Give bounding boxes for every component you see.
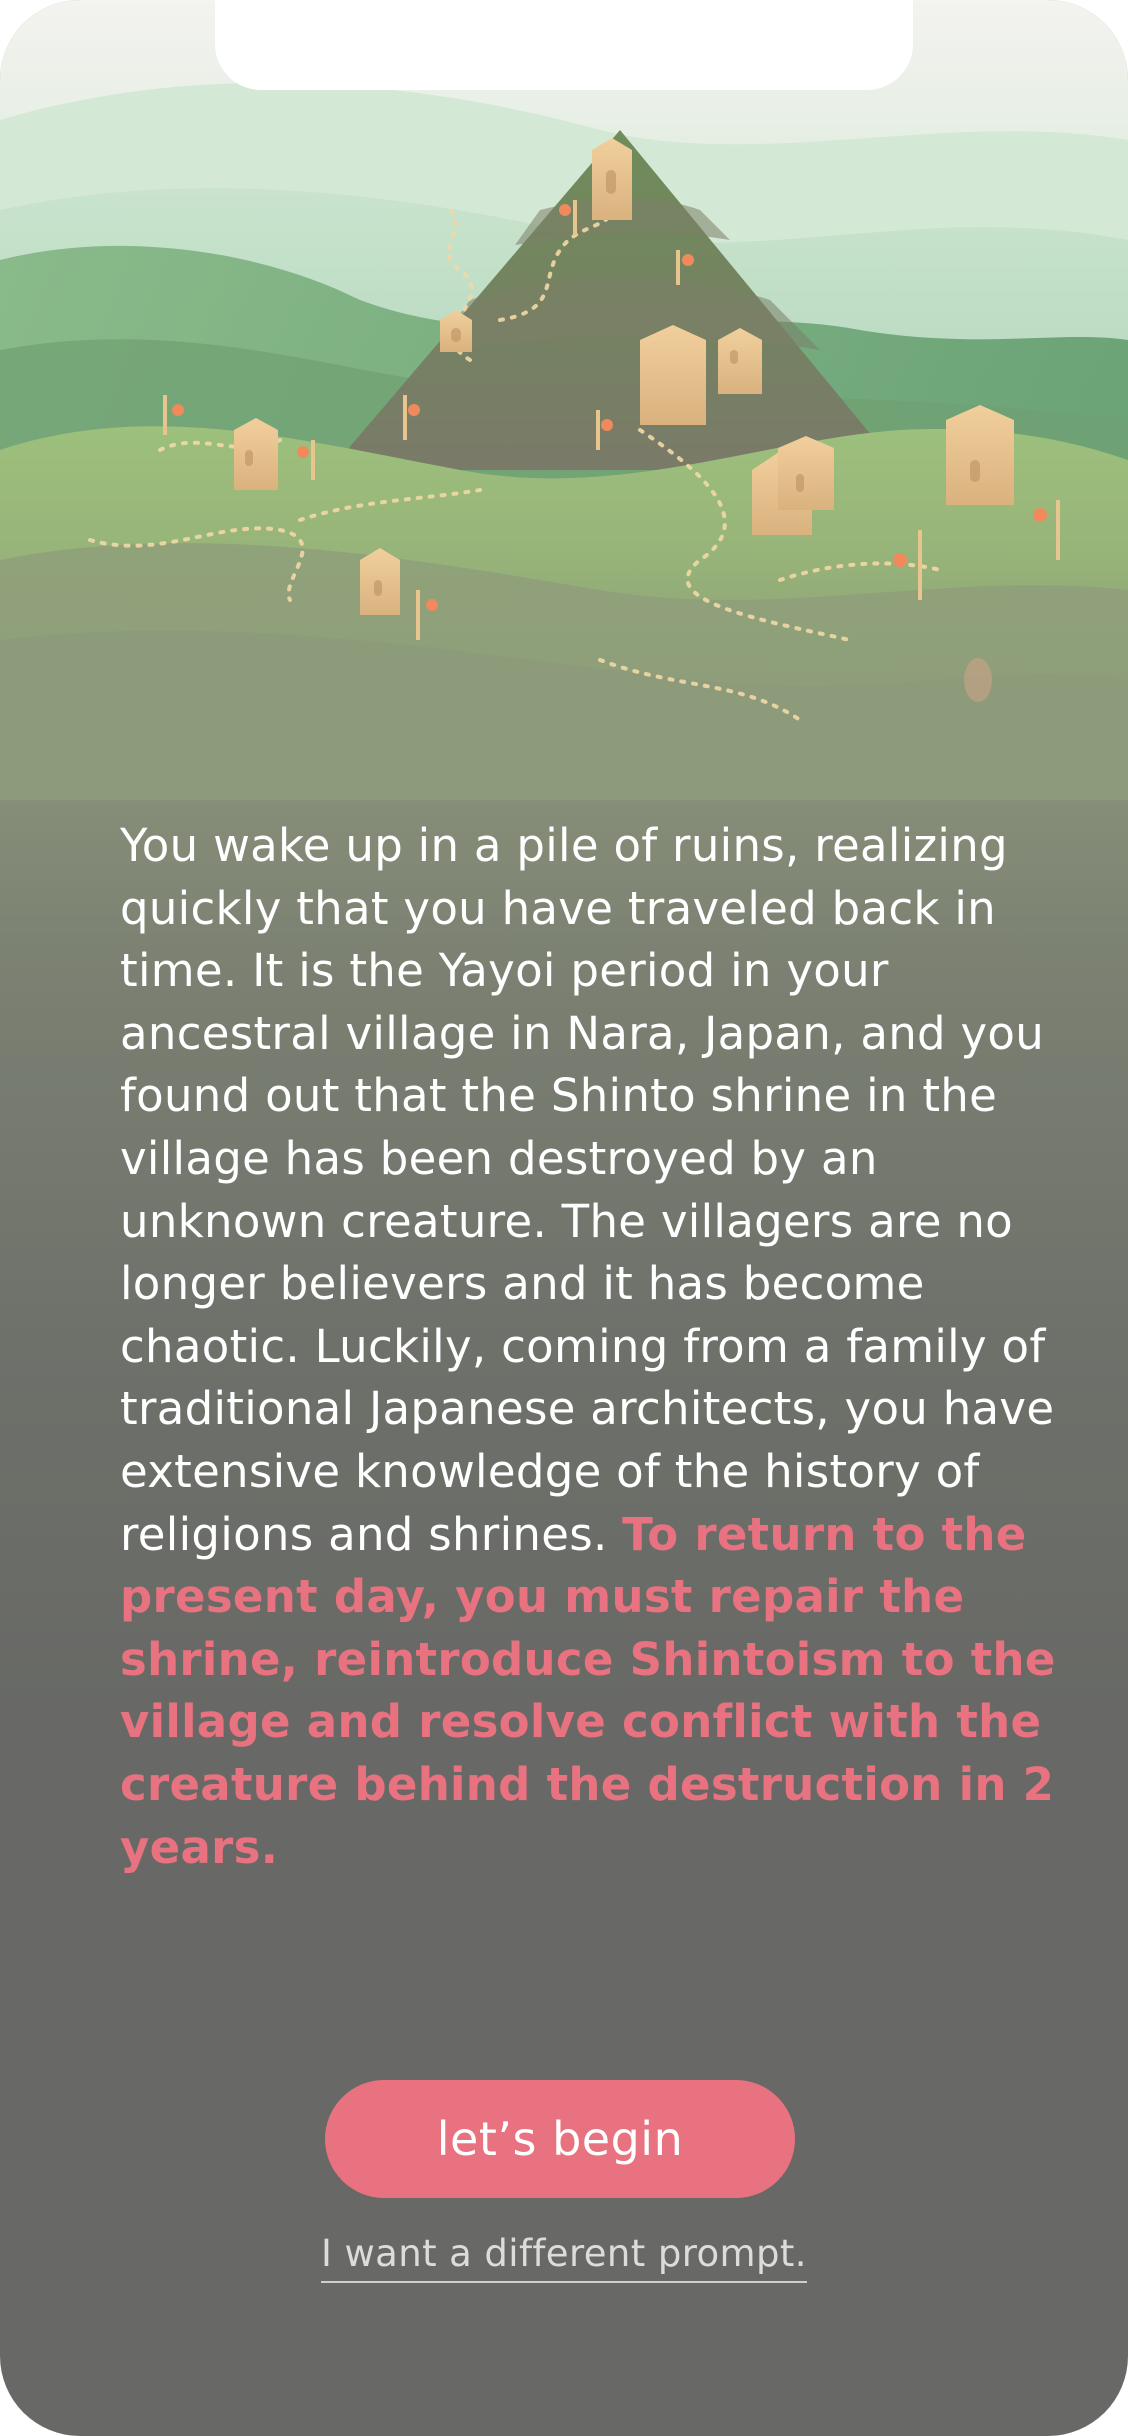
story-prompt-text: You wake up in a pile of ruins, realizin… xyxy=(120,815,1080,1879)
story-goal: To return to the present day, you must r… xyxy=(120,1507,1056,1874)
different-prompt-row: I want a different prompt. xyxy=(0,2232,1128,2283)
different-prompt-link[interactable]: I want a different prompt. xyxy=(321,2232,807,2283)
lets-begin-button[interactable]: let’s begin xyxy=(325,2080,795,2198)
village-hill-illustration xyxy=(0,0,1128,800)
story-intro: You wake up in a pile of ruins, realizin… xyxy=(120,819,1055,1561)
device-notch xyxy=(215,0,913,90)
phone-screen: You wake up in a pile of ruins, realizin… xyxy=(0,0,1128,2436)
